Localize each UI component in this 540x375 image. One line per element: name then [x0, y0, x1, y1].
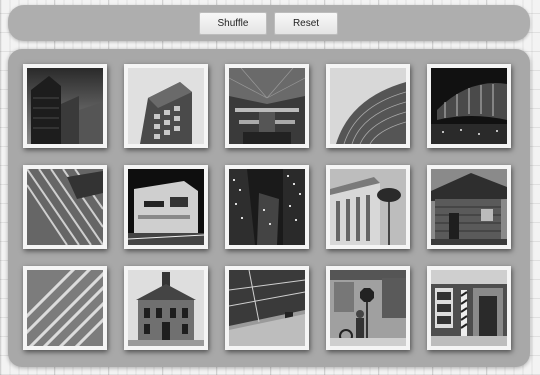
reset-button[interactable]: Reset	[274, 12, 338, 35]
photo-board	[8, 49, 530, 367]
tile-wooden-cabin[interactable]	[427, 165, 511, 249]
shuffle-button[interactable]: Shuffle	[199, 12, 267, 35]
tile-diagonal-glass[interactable]	[23, 165, 107, 249]
photo-icon	[431, 68, 507, 144]
photo-icon	[330, 270, 406, 346]
photo-icon	[128, 169, 204, 245]
photo-icon	[128, 68, 204, 144]
tile-night-modern-building[interactable]	[124, 165, 208, 249]
photo-icon	[27, 68, 103, 144]
photo-icon	[229, 169, 305, 245]
tile-atrium-interior[interactable]	[225, 64, 309, 148]
photo-icon	[330, 68, 406, 144]
photo-icon	[229, 68, 305, 144]
tile-office-block[interactable]	[124, 64, 208, 148]
tile-underpass-ceiling[interactable]	[225, 266, 309, 350]
tile-brick-house[interactable]	[124, 266, 208, 350]
tile-tower-dark-sky[interactable]	[23, 64, 107, 148]
tile-barber-shop[interactable]	[427, 266, 511, 350]
photo-icon	[431, 169, 507, 245]
photo-icon	[128, 270, 204, 346]
toolbar: Shuffle Reset	[8, 5, 530, 41]
tile-columned-building-palm[interactable]	[326, 165, 410, 249]
tile-curved-glass-facade[interactable]	[326, 64, 410, 148]
tile-night-arena[interactable]	[427, 64, 511, 148]
photo-icon	[27, 169, 103, 245]
photo-icon	[229, 270, 305, 346]
tile-lit-skyscrapers[interactable]	[225, 165, 309, 249]
photo-icon	[330, 169, 406, 245]
photo-icon	[27, 270, 103, 346]
tile-stripe-facade[interactable]	[23, 266, 107, 350]
photo-icon	[431, 270, 507, 346]
tile-street-stop-sign[interactable]	[326, 266, 410, 350]
